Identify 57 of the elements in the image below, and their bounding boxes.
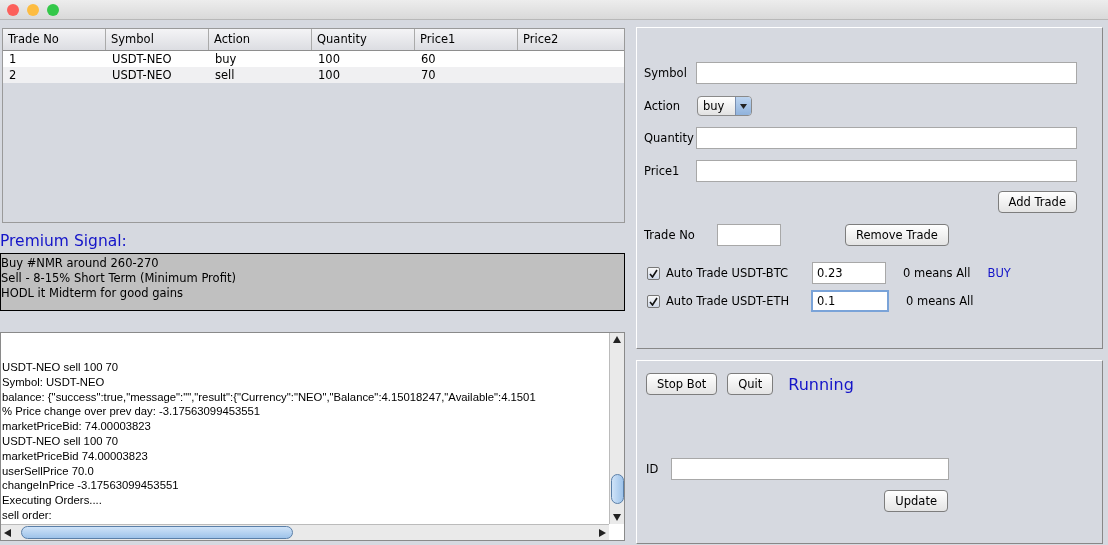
action-dropdown[interactable]: buy	[697, 96, 752, 116]
signal-label: BUY	[987, 266, 1011, 280]
field-label: ID	[646, 462, 660, 476]
column-header[interactable]: Quantity	[312, 29, 415, 50]
scroll-down-icon[interactable]	[613, 514, 621, 521]
table-cell-text: 100	[317, 67, 341, 83]
zoom-button[interactable]	[47, 3, 59, 16]
add-trade-button[interactable]: Add Trade	[997, 191, 1077, 213]
update-button[interactable]: Update	[884, 490, 948, 512]
scroll-left-icon[interactable]	[4, 528, 11, 537]
table-cell-text: USDT-NEO	[111, 67, 173, 83]
column-header[interactable]: Price2	[518, 29, 624, 50]
table-cell-text: 1	[8, 51, 18, 67]
close-button[interactable]	[7, 3, 19, 16]
remove-trade-button[interactable]: Remove Trade	[845, 224, 949, 246]
status-label: Running	[788, 374, 854, 394]
table-cell-text: 70	[420, 67, 437, 83]
bot-button[interactable]: Stop Bot	[646, 373, 718, 395]
amount-field[interactable]: 0.1	[811, 290, 889, 312]
horizontal-scrollbar[interactable]	[1, 524, 609, 540]
field-label: Trade No	[644, 228, 696, 242]
input-field[interactable]	[696, 160, 1077, 182]
column-header[interactable]: Price1	[415, 29, 518, 50]
table-cell-text: buy	[214, 51, 238, 67]
column-header[interactable]: Symbol	[106, 29, 209, 50]
log-area: USDT-NEO sell 100 70 Symbol: USDT-NEO balance: {"success":true,"message":"","result":{"Currency":"NEO","Balance":4.15018247,"Available":4.1501 % Price change over prev day: -3.17563099453551 marketPriceBid: 74.00003823 USDT-NEO sell 100 70 marketPriceBid 74.00003823 userSellPrice 70.0 changeInPrice -3.17563099453551 Executing Orders.... sell order:	[0, 332, 625, 541]
amount-field[interactable]: 0.23	[812, 262, 886, 284]
checkbox[interactable]	[647, 294, 660, 308]
premium-signal-heading: Premium Signal:	[0, 232, 128, 252]
checkbox-label: Auto Trade USDT-ETH	[666, 294, 791, 308]
scroll-thumb[interactable]	[21, 526, 293, 539]
table-cell-text: 60	[420, 51, 437, 67]
hint-text: 0 means All	[906, 294, 974, 308]
signal-text-area: Buy #NMR around 260-270 Sell - 8-15% Short Term (Minimum Profit) HODL it Midterm for good gains	[0, 253, 625, 311]
scroll-right-icon[interactable]	[599, 528, 606, 537]
bot-button[interactable]: Quit	[727, 373, 774, 395]
checkbox-label: Auto Trade USDT-BTC	[666, 266, 790, 280]
vertical-scrollbar[interactable]	[609, 333, 624, 524]
id-field[interactable]	[671, 458, 949, 480]
field-label: Price1	[644, 164, 681, 178]
trade-no-field[interactable]	[717, 224, 781, 246]
input-field[interactable]	[696, 62, 1077, 84]
column-header[interactable]: Trade No	[3, 29, 106, 50]
table-cell-text: 100	[317, 51, 341, 67]
table-cell-text: 2	[8, 67, 18, 83]
scroll-thumb[interactable]	[610, 474, 624, 504]
scroll-up-icon[interactable]	[613, 336, 621, 343]
table-cell-text: USDT-NEO	[111, 51, 173, 67]
field-label: Action	[644, 99, 682, 113]
hint-text: 0 means All	[903, 266, 971, 280]
column-header[interactable]: Action	[209, 29, 312, 50]
input-field[interactable]	[696, 127, 1077, 149]
checkbox[interactable]	[647, 266, 660, 280]
caret-icon	[740, 103, 747, 109]
table-cell-text: sell	[214, 67, 236, 83]
field-label: Symbol	[644, 66, 688, 80]
field-label: Quantity	[644, 131, 695, 145]
